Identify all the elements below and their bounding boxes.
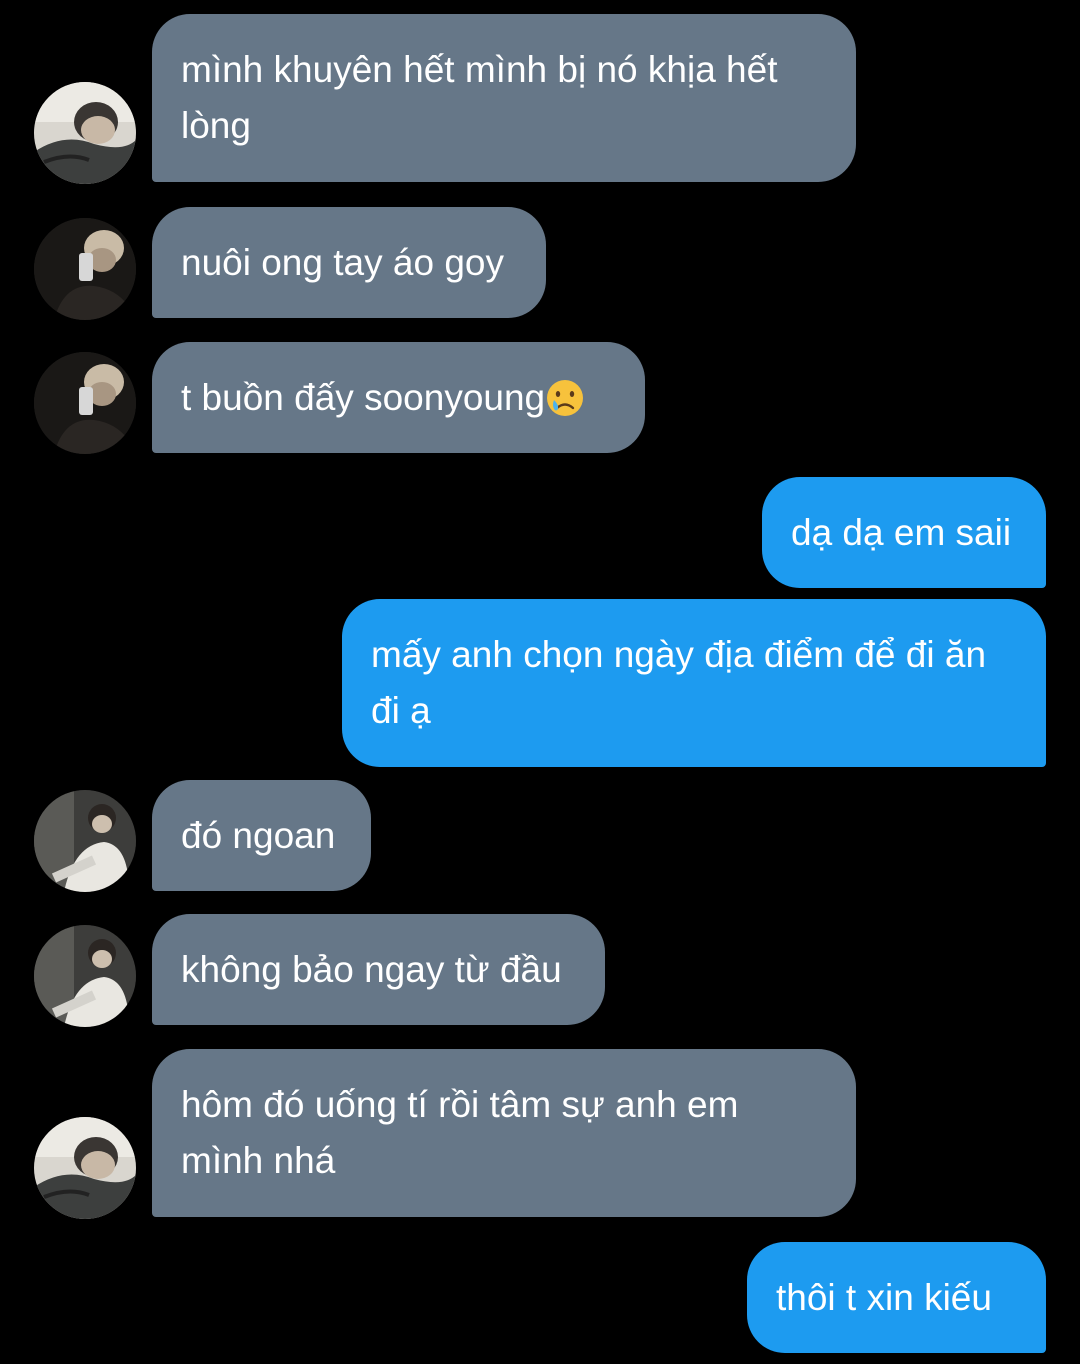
message-bubble-incoming[interactable]: đó ngoan	[152, 780, 371, 891]
message-bubble-incoming[interactable]: mình khuyên hết mình bị nó khịa hết lòng	[152, 14, 856, 182]
crying-face-icon	[547, 380, 584, 416]
message-bubble-incoming[interactable]: không bảo ngay từ đầu	[152, 914, 605, 1025]
message-text: mấy anh chọn ngày địa điểm để đi ăn đi ạ	[371, 634, 987, 731]
message-text: thôi t xin kiếu	[776, 1277, 992, 1318]
message-bubble-incoming[interactable]: hôm đó uống tí rồi tâm sự anh em mình nh…	[152, 1049, 856, 1217]
message-text: nuôi ong tay áo goy	[181, 242, 504, 283]
avatar-photo-icon	[34, 1117, 136, 1219]
avatar-photo-icon	[34, 925, 136, 1027]
message-text: hôm đó uống tí rồi tâm sự anh em mình nh…	[181, 1084, 739, 1181]
sender-avatar-4[interactable]	[34, 790, 136, 892]
message-bubble-outgoing[interactable]: thôi t xin kiếu	[747, 1242, 1046, 1353]
avatar-photo-icon	[34, 352, 136, 454]
message-text: đó ngoan	[181, 815, 336, 856]
message-text: dạ dạ em saii	[791, 512, 1012, 553]
message-text: không bảo ngay từ đầu	[181, 949, 562, 990]
avatar-photo-icon	[34, 218, 136, 320]
avatar-photo-icon	[34, 790, 136, 892]
message-bubble-outgoing[interactable]: dạ dạ em saii	[762, 477, 1046, 588]
message-text: mình khuyên hết mình bị nó khịa hết lòng	[181, 49, 778, 146]
sender-avatar-3[interactable]	[34, 352, 136, 454]
message-bubble-outgoing[interactable]: mấy anh chọn ngày địa điểm để đi ăn đi ạ	[342, 599, 1046, 767]
avatar-photo-icon	[34, 82, 136, 184]
message-text: t buồn đấy soonyoung	[181, 377, 546, 418]
sender-avatar-6[interactable]	[34, 1117, 136, 1219]
sender-avatar-2[interactable]	[34, 218, 136, 320]
sender-avatar-5[interactable]	[34, 925, 136, 1027]
message-bubble-incoming[interactable]: nuôi ong tay áo goy	[152, 207, 546, 318]
sender-avatar-1[interactable]	[34, 82, 136, 184]
message-bubble-incoming[interactable]: t buồn đấy soonyoung	[152, 342, 645, 453]
